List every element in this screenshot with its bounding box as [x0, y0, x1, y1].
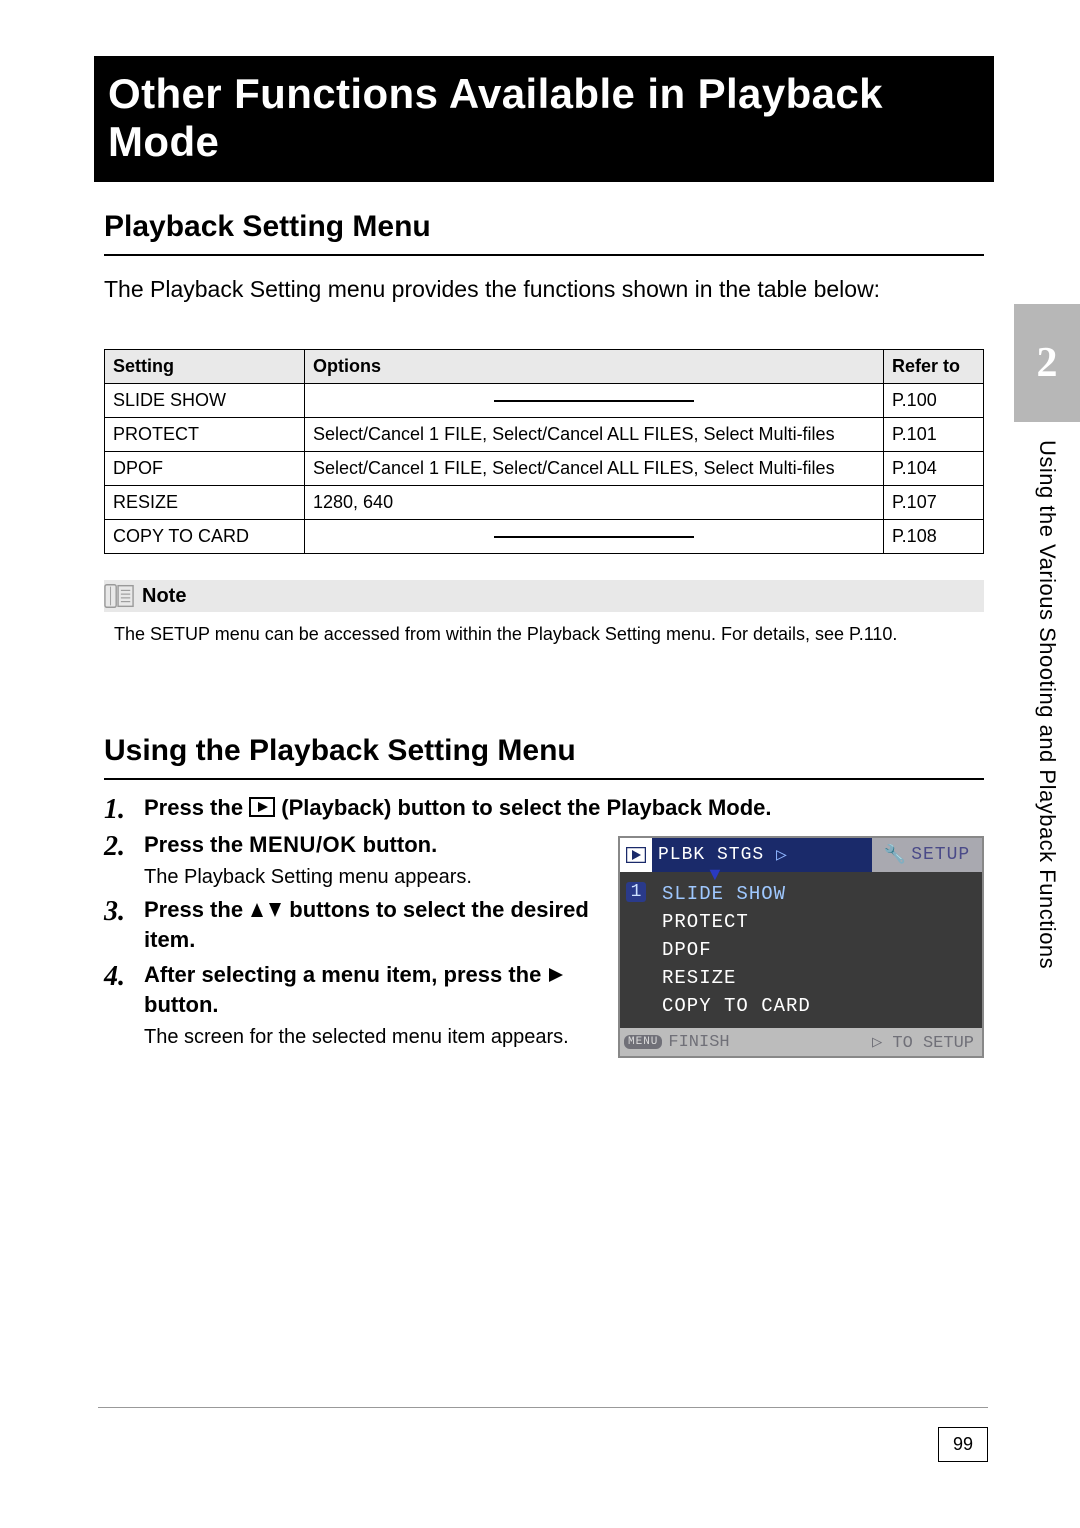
step-number: 3. — [104, 896, 134, 926]
dash-icon — [494, 536, 694, 538]
playback-icon — [620, 838, 652, 872]
cell-setting: PROTECT — [105, 418, 305, 452]
steps-wrap: 1. Press the (Playback) button to select… — [104, 794, 984, 1050]
footer-rule — [98, 1407, 988, 1408]
wrench-icon: 🔧 — [884, 844, 907, 866]
step-title: After selecting a menu item, press the b… — [144, 961, 614, 1020]
step-number: 4. — [104, 961, 134, 991]
menu-item-copy-to-card: COPY TO CARD — [652, 992, 982, 1020]
table-row: RESIZE 1280, 640 P.107 — [105, 486, 984, 520]
bottom-left-label: FINISH — [668, 1033, 872, 1052]
dash-icon — [494, 400, 694, 402]
cell-options — [305, 520, 884, 554]
table-header-row: Setting Options Refer to — [105, 350, 984, 384]
tab-plbk-stgs: PLBK STGS ▷ — [652, 838, 872, 872]
section-heading-playback: Playback Setting Menu — [104, 210, 984, 256]
tab-setup: 🔧SETUP — [872, 838, 982, 872]
table-row: DPOF Select/Cancel 1 FILE, Select/Cancel… — [105, 452, 984, 486]
th-options: Options — [305, 350, 884, 384]
menu-chip: MENU — [624, 1035, 662, 1049]
step-desc: The screen for the selected menu item ap… — [144, 1024, 614, 1050]
note-label: Note — [142, 585, 186, 608]
playback-icon — [249, 796, 275, 825]
step-desc: The Playback Setting menu appears. — [144, 864, 614, 890]
cell-setting: RESIZE — [105, 486, 305, 520]
section-intro: The Playback Setting menu provides the f… — [104, 274, 984, 305]
step-title: Press the (Playback) button to select th… — [144, 794, 984, 825]
page-indicator: 1 — [620, 880, 652, 1020]
illus-tabs: PLBK STGS ▷ 🔧SETUP — [620, 838, 982, 872]
menu-item-resize: RESIZE — [652, 964, 982, 992]
menu-ok-label: MENU/OK — [249, 832, 356, 857]
table-row: PROTECT Select/Cancel 1 FILE, Select/Can… — [105, 418, 984, 452]
step-number: 2. — [104, 831, 134, 861]
illus-bottom-bar: MENU FINISH ▷ TO SETUP — [620, 1028, 982, 1056]
cell-refer: P.104 — [884, 452, 984, 486]
cell-options: Select/Cancel 1 FILE, Select/Cancel ALL … — [305, 418, 884, 452]
page-number: 99 — [938, 1427, 988, 1462]
menu-item-slide-show: SLIDE SHOW — [652, 880, 982, 908]
section-heading-using: Using the Playback Setting Menu — [104, 734, 984, 780]
cell-setting: DPOF — [105, 452, 305, 486]
camera-screen-illustration: PLBK STGS ▷ 🔧SETUP ▼ 1 SLIDE SHOW PROTEC… — [618, 836, 984, 1058]
cell-options: 1280, 640 — [305, 486, 884, 520]
cell-setting: COPY TO CARD — [105, 520, 305, 554]
cell-refer: P.101 — [884, 418, 984, 452]
chevron-right-icon: ▷ — [776, 844, 788, 866]
manual-page: Other Functions Available in Playback Mo… — [0, 0, 1080, 1528]
th-setting: Setting — [105, 350, 305, 384]
note-body: The SETUP menu can be accessed from with… — [114, 622, 984, 646]
note-header: Note — [104, 580, 984, 612]
menu-item-dpof: DPOF — [652, 936, 982, 964]
chapter-tab: 2 — [1014, 304, 1080, 422]
cell-refer: P.107 — [884, 486, 984, 520]
step-title: Press the buttons to select the desired … — [144, 896, 614, 955]
chapter-title-vertical: Using the Various Shooting and Playback … — [1034, 440, 1058, 1100]
table-row: SLIDE SHOW P.100 — [105, 384, 984, 418]
cell-refer: P.108 — [884, 520, 984, 554]
chapter-number: 2 — [1037, 339, 1058, 387]
title-bar: Other Functions Available in Playback Mo… — [94, 56, 994, 182]
right-arrow-icon — [547, 963, 565, 992]
menu-item-protect: PROTECT — [652, 908, 982, 936]
bottom-right-label: ▷ TO SETUP — [872, 1032, 982, 1053]
th-refer: Refer to — [884, 350, 984, 384]
page-title: Other Functions Available in Playback Mo… — [108, 70, 978, 166]
cell-options — [305, 384, 884, 418]
note-block: Note The SETUP menu can be accessed from… — [104, 580, 984, 646]
cell-options: Select/Cancel 1 FILE, Select/Cancel ALL … — [305, 452, 884, 486]
step-number: 1. — [104, 794, 134, 824]
up-down-arrows-icon — [249, 898, 283, 927]
illus-list: 1 SLIDE SHOW PROTECT DPOF RESIZE COPY TO… — [620, 872, 982, 1028]
step-1: 1. Press the (Playback) button to select… — [104, 794, 984, 825]
down-arrow-icon: ▼ — [706, 864, 724, 885]
cell-refer: P.100 — [884, 384, 984, 418]
settings-table: Setting Options Refer to SLIDE SHOW P.10… — [104, 349, 984, 554]
settings-table-wrap: Setting Options Refer to SLIDE SHOW P.10… — [104, 349, 984, 554]
note-icon — [104, 583, 134, 609]
step-title: Press the MENU/OK button. — [144, 831, 614, 860]
cell-setting: SLIDE SHOW — [105, 384, 305, 418]
table-row: COPY TO CARD P.108 — [105, 520, 984, 554]
